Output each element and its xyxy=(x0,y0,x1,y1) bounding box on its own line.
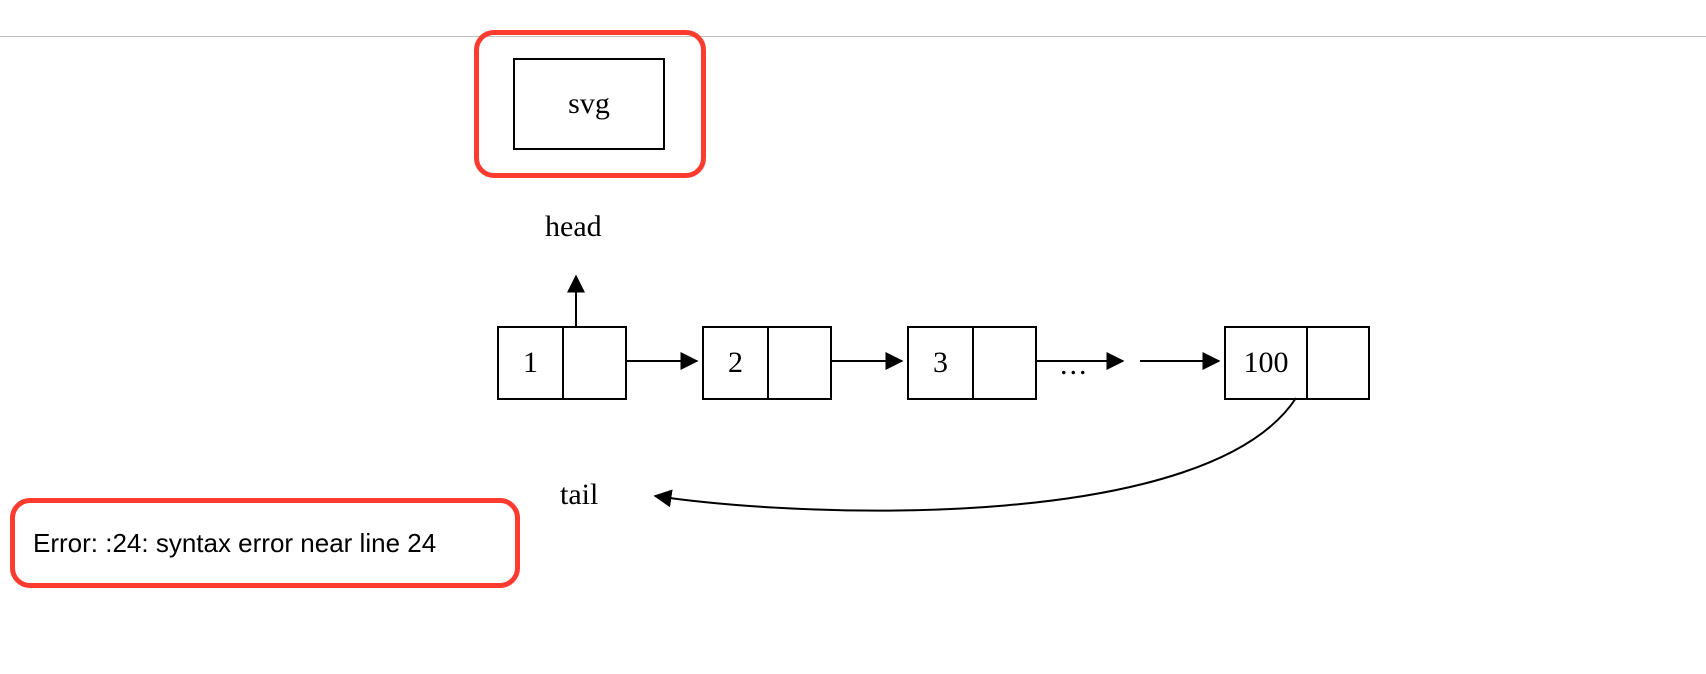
node-value: 100 xyxy=(1226,328,1308,398)
horizontal-rule xyxy=(0,36,1706,37)
ellipsis: ... xyxy=(1060,348,1089,382)
list-node-100: 100 xyxy=(1224,326,1370,400)
head-label: head xyxy=(545,210,602,244)
node-value: 2 xyxy=(704,328,769,398)
node-value: 3 xyxy=(909,328,974,398)
svg-element-label: svg xyxy=(568,87,610,121)
tail-label: tail xyxy=(560,478,598,512)
node-value: 1 xyxy=(499,328,564,398)
list-node-3: 3 xyxy=(907,326,1037,400)
error-message-box: Error: :24: syntax error near line 24 xyxy=(10,498,520,588)
list-node-1: 1 xyxy=(497,326,627,400)
svg-element-box[interactable]: svg xyxy=(513,58,665,150)
error-message-text: Error: :24: syntax error near line 24 xyxy=(33,528,436,559)
list-node-2: 2 xyxy=(702,326,832,400)
